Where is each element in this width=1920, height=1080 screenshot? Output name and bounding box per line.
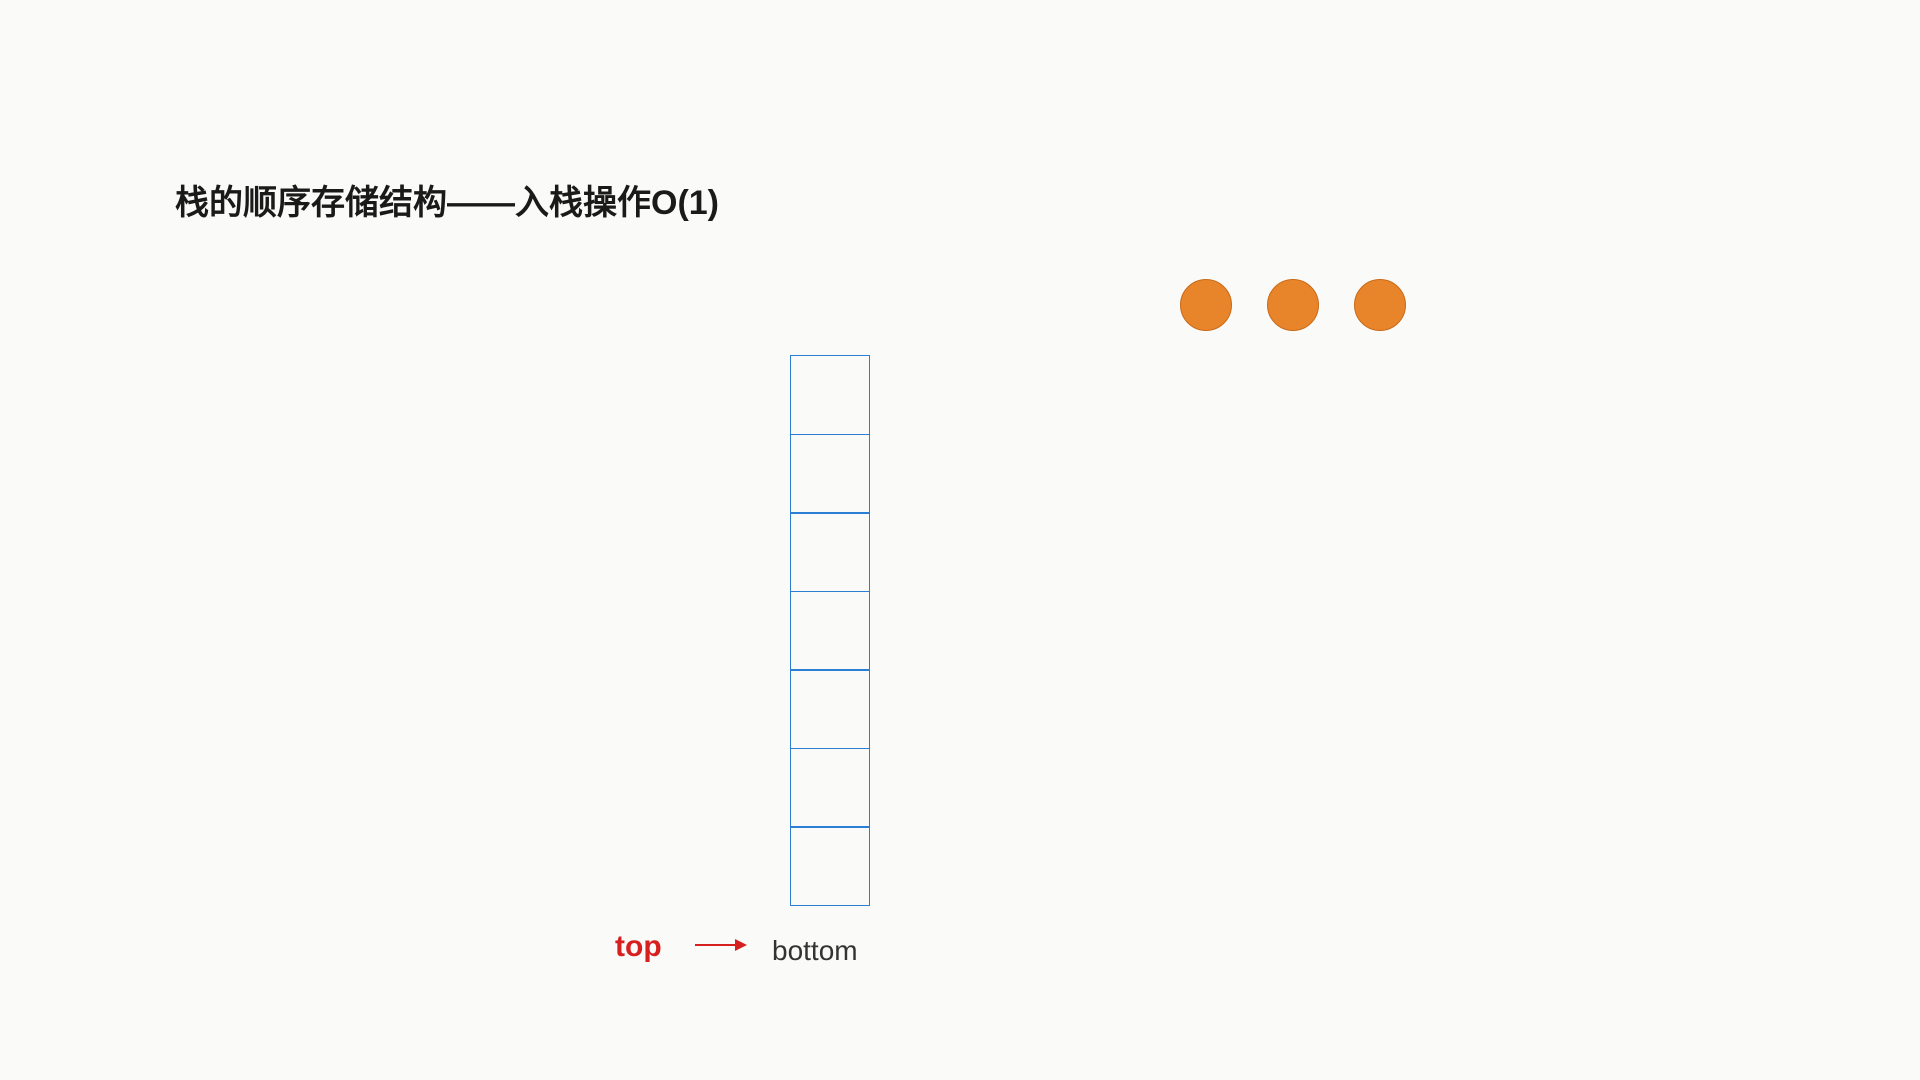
stack-cell	[790, 826, 870, 906]
stack-diagram	[790, 355, 870, 906]
element-circle	[1354, 279, 1406, 331]
element-circle	[1267, 279, 1319, 331]
stack-cell	[790, 512, 870, 592]
stack-cell	[790, 355, 870, 435]
element-circle	[1180, 279, 1232, 331]
stack-cell	[790, 748, 870, 828]
arrow-icon	[695, 944, 745, 946]
bottom-label: bottom	[772, 935, 858, 967]
stack-cell	[790, 669, 870, 749]
stack-cell	[790, 591, 870, 671]
pending-elements	[1180, 279, 1406, 331]
stack-cell	[790, 434, 870, 514]
diagram-title: 栈的顺序存储结构——入栈操作O(1)	[175, 175, 719, 224]
top-pointer-label: top	[615, 930, 662, 964]
